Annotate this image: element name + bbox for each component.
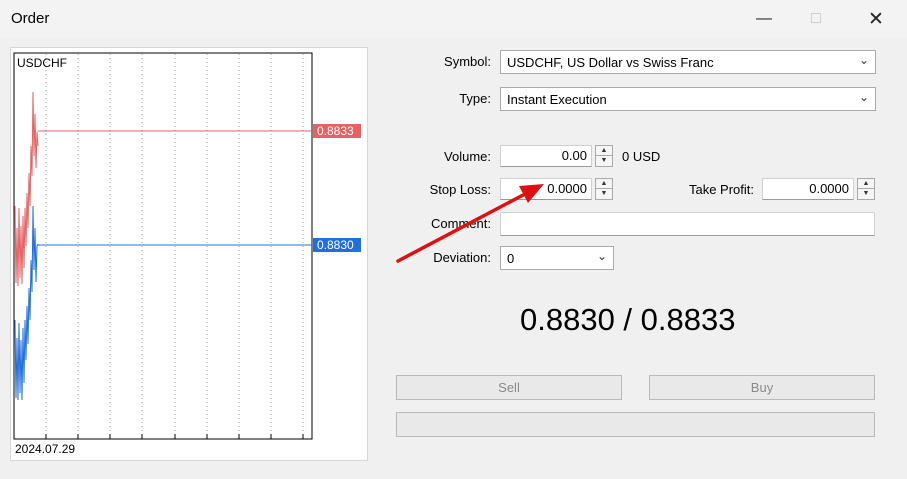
take-profit-input[interactable]: 0.0000 — [762, 178, 854, 200]
minimize-icon: — — [756, 10, 772, 27]
stepper-down-icon[interactable]: ▼ — [595, 156, 613, 167]
chart-symbol-label: USDCHF — [17, 56, 67, 70]
chart-date-label: 2024.07.29 — [15, 442, 75, 456]
volume-label: Volume: — [444, 149, 491, 164]
ask-price-label: 0.8833 — [317, 124, 354, 138]
buy-button[interactable]: Buy — [649, 375, 875, 400]
type-value: Instant Execution — [507, 91, 607, 107]
maximize-button: □ — [790, 0, 842, 38]
take-profit-label: Take Profit: — [688, 182, 754, 197]
symbol-select[interactable]: USDCHF, US Dollar vs Swiss Franc ⌄ — [500, 50, 876, 74]
stepper-down-icon[interactable]: ▼ — [595, 189, 613, 200]
volume-stepper[interactable]: ▲ ▼ — [595, 145, 613, 167]
symbol-value: USDCHF, US Dollar vs Swiss Franc — [507, 54, 714, 70]
deviation-value: 0 — [507, 250, 515, 266]
type-select[interactable]: Instant Execution ⌄ — [500, 87, 876, 111]
stop-loss-label: Stop Loss: — [429, 182, 491, 197]
stepper-down-icon[interactable]: ▼ — [857, 189, 875, 200]
stop-loss-input[interactable]: 0.0000 — [500, 178, 592, 200]
close-icon: ✕ — [868, 8, 884, 30]
deviation-select[interactable]: 0 ⌄ — [500, 246, 614, 270]
take-profit-stepper[interactable]: ▲ ▼ — [857, 178, 875, 200]
stop-loss-stepper[interactable]: ▲ ▼ — [595, 178, 613, 200]
stepper-up-icon[interactable]: ▲ — [595, 145, 613, 156]
chevron-down-icon: ⌄ — [858, 90, 869, 104]
tick-chart: 0.8833 0.8830 USDCHF 2024.07.29 — [10, 47, 368, 461]
type-label: Type: — [459, 91, 491, 106]
volume-input[interactable]: 0.00 — [500, 145, 592, 167]
close-button[interactable]: ✕ — [850, 0, 902, 38]
chevron-down-icon: ⌄ — [858, 53, 869, 67]
tick-chart-svg: 0.8833 0.8830 USDCHF 2024.07.29 — [13, 52, 361, 456]
chevron-down-icon: ⌄ — [596, 249, 607, 263]
symbol-label: Symbol: — [444, 54, 491, 69]
minimize-button[interactable]: — — [738, 0, 790, 38]
comment-label: Comment: — [431, 216, 491, 231]
bid-ask-quote: 0.8830 / 0.8833 — [520, 302, 736, 337]
bid-price-label: 0.8830 — [317, 238, 354, 252]
comment-input[interactable] — [500, 212, 875, 236]
stepper-up-icon[interactable]: ▲ — [857, 178, 875, 189]
stepper-up-icon[interactable]: ▲ — [595, 178, 613, 189]
chart-plot-area — [13, 52, 313, 440]
volume-unit: 0 USD — [622, 149, 661, 164]
title-bar: Order — □ ✕ — [0, 0, 907, 38]
place-order-button[interactable] — [396, 412, 875, 437]
sell-button[interactable]: Sell — [396, 375, 622, 400]
deviation-label: Deviation: — [433, 250, 491, 265]
window-title: Order — [11, 10, 50, 27]
maximize-icon: □ — [811, 10, 821, 27]
